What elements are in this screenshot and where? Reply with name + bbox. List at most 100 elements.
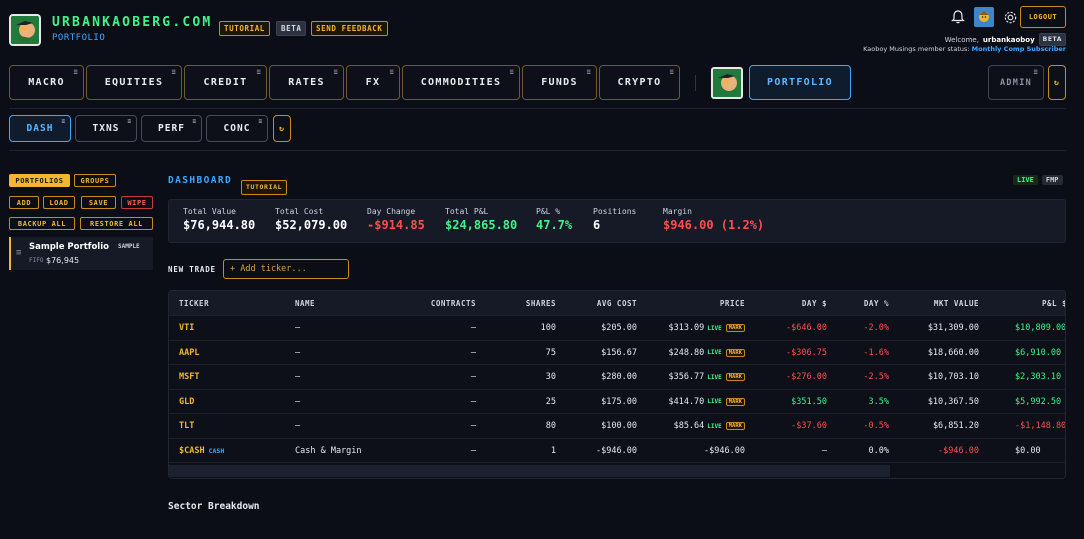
cell-shares[interactable]: 30 [489,365,556,389]
scrollbar-thumb[interactable] [169,465,890,477]
cell-ticker[interactable]: GLD [179,390,194,414]
col-price[interactable]: PRICE [659,291,745,315]
member-status-link[interactable]: Monthly Comp Subscriber [972,45,1066,53]
cell-shares[interactable]: 100 [489,316,556,340]
table-row[interactable]: MSFT — — 30 $280.00 $356.77 LIVE MARK -$276.00 -2… [169,365,1065,390]
col-avg-cost[interactable]: AVG COST [564,291,637,315]
cell-avg-cost[interactable]: $205.00 [564,316,637,340]
page-subtitle: PORTFOLIO [52,33,106,43]
send-feedback-button[interactable]: SEND FEEDBACK [311,16,388,36]
cell-shares[interactable]: 1 [489,439,556,463]
live-tag: LIVE [707,422,722,430]
mark-button[interactable]: MARK [725,348,745,357]
sidebar-tab-portfolios[interactable]: PORTFOLIOS [9,174,70,187]
col-shares[interactable]: SHARES [489,291,556,315]
col-contracts[interactable]: CONTRACTS [399,291,476,315]
mark-button[interactable]: MARK [725,324,745,332]
mark-button[interactable]: MARK [725,397,745,406]
bell-icon[interactable] [948,7,968,27]
logout-button[interactable]: LOGOUT [1020,6,1066,28]
header-icons [948,7,1020,27]
nav-refresh-button[interactable]: ↻ [1048,65,1066,100]
mark-button[interactable]: MARK [725,422,745,430]
col-ticker[interactable]: TICKER [179,291,209,315]
send-feedback-label[interactable]: SEND FEEDBACK [311,21,388,36]
cell-avg-cost[interactable]: $100.00 [564,414,637,438]
save-portfolio-button[interactable]: SAVE [81,196,116,209]
table-row[interactable]: VTI — — 100 $205.00 $313.09 LIVE MARK -$646.00 -2… [169,316,1065,341]
table-row[interactable]: AAPL — — 75 $156.67 $248.80 LIVE MARK -$306.75 -1… [169,341,1065,365]
add-portfolio-button[interactable]: ADD [9,196,39,209]
cell-avg-cost[interactable]: $280.00 [564,365,637,389]
nav-equities[interactable]: EQUITIES ≡ [86,65,182,100]
tab-conc[interactable]: CONC ≡ [206,115,268,142]
cell-ticker[interactable]: AAPL [179,341,199,365]
nav-credit[interactable]: CREDIT ≡ [184,65,267,100]
portfolio-list-item[interactable]: ≡ Sample Portfolio SAMPLE FIFO $76,945 [9,237,153,270]
metric-total-pl: Total P&L $24,865.80 [445,207,517,232]
tutorial-badge[interactable]: TUTORIAL [219,16,270,36]
add-ticker-input[interactable] [223,259,349,279]
col-pl[interactable]: P&L $ [1042,291,1065,315]
user-avatar[interactable] [974,7,994,27]
cell-ticker[interactable]: MSFT [179,365,199,389]
ticker-symbol[interactable]: GLD [179,397,194,407]
dashboard-tutorial-badge[interactable]: TUTORIAL [241,174,288,195]
portfolio-logo-icon[interactable] [711,67,743,99]
table-row[interactable]: TLT — — 80 $100.00 $85.64 LIVE MARK -$37.60 -0.5%… [169,414,1065,439]
nav-funds[interactable]: FUNDS ≡ [522,65,597,100]
table-horizontal-scrollbar[interactable] [169,463,1065,478]
subnav-refresh-button[interactable]: ↻ [273,115,291,142]
nav-rates[interactable]: RATES ≡ [269,65,344,100]
cell-avg-cost[interactable]: $175.00 [564,390,637,414]
nav-macro[interactable]: MACRO ≡ [9,65,84,100]
ticker-symbol[interactable]: $CASH [179,446,205,456]
nav-crypto[interactable]: CRYPTO ≡ [599,65,680,100]
load-portfolio-button[interactable]: LOAD [43,196,75,209]
backup-all-button[interactable]: BACKUP ALL [9,217,75,230]
cell-day-dollar: — [821,445,827,456]
cell-day-pct: -2.5% [863,372,889,382]
metric-label: P&L % [536,207,561,216]
ticker-symbol[interactable]: TLT [179,421,194,431]
cell-ticker[interactable]: VTI [179,316,194,340]
table-row[interactable]: $CASH CASH Cash & Margin — 1 -$946.00 -$946.00… [169,439,1065,463]
tab-perf[interactable]: PERF ≡ [141,115,202,142]
cell-shares[interactable]: 25 [489,390,556,414]
nav-commodities[interactable]: COMMODITIES ≡ [402,65,520,100]
brand-title[interactable]: URBANKAOBERG.COM [52,15,212,30]
tab-txns[interactable]: TXNS ≡ [75,115,137,142]
cell-avg-cost[interactable]: -$946.00 [564,439,637,463]
cell-ticker[interactable]: TLT [179,414,194,438]
col-day-dollar[interactable]: DAY $ [759,291,827,315]
cell-shares[interactable]: 75 [489,341,556,365]
nav-portfolio[interactable]: PORTFOLIO [749,65,851,100]
cell-contracts: — [470,421,476,431]
gear-icon[interactable] [1000,7,1020,27]
mark-button[interactable]: MARK [725,373,745,381]
ticker-symbol[interactable]: VTI [179,323,194,333]
tutorial-badge-label[interactable]: TUTORIAL [219,21,270,36]
ticker-symbol[interactable]: MSFT [179,372,199,382]
col-day-pct[interactable]: DAY % [829,291,889,315]
metric-label: Day Change [367,207,416,216]
col-mkt-value[interactable]: MKT VALUE [899,291,979,315]
cell-ticker[interactable]: $CASH CASH [179,439,224,463]
brand-logo[interactable] [9,14,41,46]
nav-admin[interactable]: ADMIN ≡ [988,65,1044,100]
cell-shares[interactable]: 80 [489,414,556,438]
col-name[interactable]: NAME [295,291,315,315]
cell-avg-cost[interactable]: $156.67 [564,341,637,365]
metric-total-value: Total Value $76,944.80 [183,207,255,232]
restore-all-button[interactable]: RESTORE ALL [80,217,153,230]
ticker-symbol[interactable]: AAPL [179,348,199,358]
nav-fx[interactable]: FX ≡ [346,65,400,100]
tab-dash[interactable]: DASH ≡ [9,115,71,142]
sidebar-tab-groups[interactable]: GROUPS [74,174,116,187]
metric-value: -$914.85 [367,218,425,232]
drag-handle-icon[interactable]: ≡ [16,248,21,258]
table-row[interactable]: GLD — — 25 $175.00 $414.70 LIVE MARK $351.50 3.5%… [169,390,1065,414]
wipe-portfolio-button[interactable]: WIPE [121,196,153,209]
dashboard-tutorial-label[interactable]: TUTORIAL [241,180,288,195]
cell-name: Cash & Margin [295,445,362,456]
